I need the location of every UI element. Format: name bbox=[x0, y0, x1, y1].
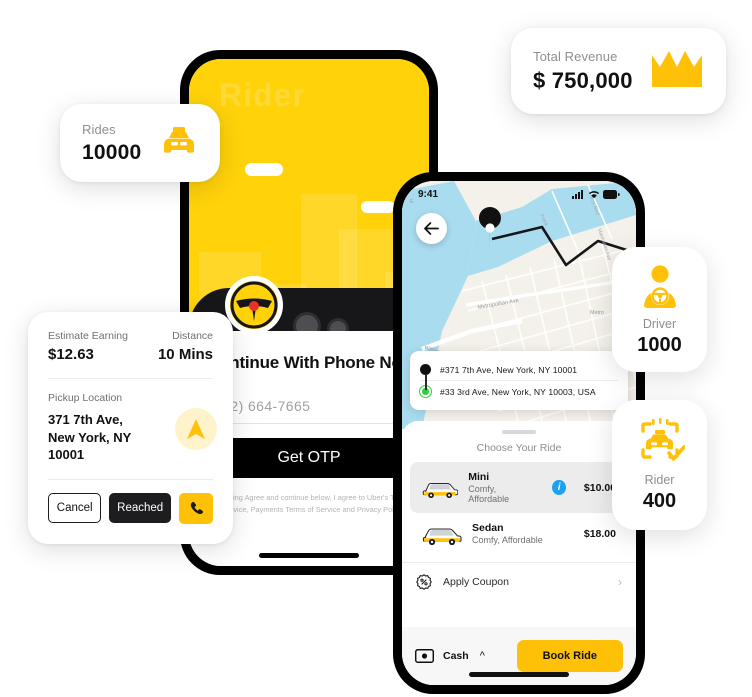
steering-wheel-icon bbox=[225, 276, 283, 334]
pickup-dot-icon bbox=[420, 364, 431, 375]
ride-name: Sedan bbox=[472, 522, 504, 534]
revenue-value: $ 750,000 bbox=[533, 67, 633, 93]
taxi-icon bbox=[160, 126, 198, 161]
reached-button[interactable]: Reached bbox=[109, 493, 171, 524]
svg-text:Metro: Metro bbox=[590, 310, 604, 316]
driver-icon bbox=[637, 263, 683, 314]
cloud-shape bbox=[245, 163, 283, 176]
distance-value: 10 Mins bbox=[157, 346, 213, 363]
rider-taxi-check-icon bbox=[635, 417, 686, 470]
pickup-address-row[interactable]: #371 7th Ave, New York, NY 10001 bbox=[420, 359, 618, 380]
rides-value: 10000 bbox=[82, 140, 142, 164]
back-button[interactable] bbox=[416, 213, 447, 244]
home-indicator bbox=[469, 672, 569, 677]
back-arrow-icon bbox=[424, 222, 439, 235]
cancel-button[interactable]: Cancel bbox=[48, 493, 102, 524]
revenue-stat-card: Total Revenue $ 750,000 bbox=[511, 28, 726, 114]
chevron-right-icon: › bbox=[618, 575, 622, 589]
rider-stat-card: Rider 400 bbox=[612, 400, 707, 530]
payment-label[interactable]: Cash bbox=[443, 650, 469, 662]
navigate-button[interactable] bbox=[175, 408, 217, 450]
driver-value: 1000 bbox=[637, 333, 682, 356]
info-icon[interactable]: i bbox=[552, 480, 566, 495]
battery-icon bbox=[603, 189, 620, 199]
wifi-icon bbox=[588, 190, 600, 198]
ride-name: Mini bbox=[468, 471, 490, 483]
ride-price: $18.00 bbox=[583, 527, 616, 540]
rider-label: Rider bbox=[644, 473, 675, 487]
ride-option-mini[interactable]: Mini Comfy, Affordable i $10.00 bbox=[410, 462, 628, 513]
status-time: 9:41 bbox=[418, 188, 439, 200]
divider bbox=[48, 378, 213, 379]
cash-icon bbox=[415, 649, 434, 663]
revenue-text: Total Revenue $ 750,000 bbox=[533, 49, 633, 94]
ride-desc: Comfy, Affordable bbox=[472, 535, 543, 545]
otp-title: Continue With Phone No. bbox=[207, 353, 407, 372]
distance-label: Distance bbox=[172, 330, 213, 342]
home-indicator bbox=[259, 553, 359, 558]
ride-option-text: Sedan Comfy, Affordable bbox=[472, 522, 543, 545]
apply-coupon-row[interactable]: Apply Coupon › bbox=[402, 562, 636, 601]
rides-stat-card: Rides 10000 bbox=[60, 104, 220, 182]
get-otp-button[interactable]: Get OTP bbox=[207, 438, 411, 478]
earning-block: Estimate Earning $12.63 bbox=[48, 330, 128, 363]
coupon-label: Apply Coupon bbox=[443, 576, 509, 588]
sedan-car-icon bbox=[422, 527, 462, 545]
crown-icon bbox=[650, 49, 704, 94]
estimate-earning-card: Estimate Earning $12.63 Distance 10 Mins… bbox=[28, 312, 233, 544]
driver-label: Driver bbox=[642, 316, 677, 331]
status-icons bbox=[572, 189, 620, 199]
driver-stat-card: Driver 1000 bbox=[612, 247, 707, 372]
revenue-label: Total Revenue bbox=[533, 48, 618, 64]
book-ride-button[interactable]: Book Ride bbox=[516, 640, 623, 672]
rider-value: 400 bbox=[642, 490, 677, 512]
phone-right-screen: Metropolitan Ave Williamsburg Bridge WIL… bbox=[402, 181, 636, 685]
signal-icon bbox=[572, 189, 583, 199]
phone-right-mockup: Metropolitan Ave Williamsburg Bridge WIL… bbox=[393, 172, 645, 694]
cloud-shape bbox=[361, 201, 395, 213]
pickup-address-text: #371 7th Ave, New York, NY 10001 bbox=[440, 364, 578, 375]
sheet-grabber[interactable] bbox=[502, 430, 536, 434]
rides-text: Rides 10000 bbox=[82, 122, 141, 165]
ride-option-text: Mini Comfy, Affordable bbox=[468, 471, 532, 504]
dropoff-address-text: #33 3rd Ave, New York, NY 10003, USA bbox=[440, 386, 596, 397]
divider bbox=[48, 478, 213, 480]
earning-actions: Cancel Reached bbox=[48, 492, 213, 524]
navigation-arrow-icon bbox=[187, 419, 205, 439]
address-connector bbox=[425, 375, 427, 390]
dropoff-address-row[interactable]: #33 3rd Ave, New York, NY 10003, USA bbox=[420, 380, 618, 402]
address-card[interactable]: #371 7th Ave, New York, NY 10001 #33 3rd… bbox=[410, 351, 628, 410]
ride-desc: Comfy, Affordable bbox=[468, 484, 510, 504]
call-button[interactable] bbox=[179, 492, 213, 524]
distance-block: Distance 10 Mins bbox=[158, 330, 213, 363]
coupon-icon bbox=[416, 574, 432, 590]
status-bar: 9:41 bbox=[402, 181, 636, 207]
earning-label: Estimate Earning bbox=[48, 330, 128, 342]
app-showcase-stage: Rider Continue With Phone No. (212) 664-… bbox=[0, 0, 752, 697]
ride-option-sedan[interactable]: Sedan Comfy, Affordable $18.00 bbox=[410, 513, 628, 554]
app-logo-ghost: Rider bbox=[219, 77, 306, 113]
rides-label: Rides bbox=[82, 121, 116, 137]
phone-number-input[interactable]: (212) 664-7665 bbox=[207, 391, 411, 424]
pickup-location-label: Pickup Location bbox=[48, 392, 123, 404]
earning-value: $12.63 bbox=[48, 346, 94, 363]
terms-text[interactable]: By clicking Agree and continue below, I … bbox=[207, 492, 411, 516]
ride-selection-sheet: Choose Your Ride Mini Comfy, Affordable bbox=[402, 421, 636, 685]
phone-icon bbox=[190, 501, 203, 514]
chevron-up-icon[interactable]: ^ bbox=[480, 650, 485, 662]
earning-summary: Estimate Earning $12.63 Distance 10 Mins bbox=[48, 330, 213, 363]
choose-ride-title: Choose Your Ride bbox=[476, 442, 562, 454]
mini-car-icon bbox=[422, 482, 459, 498]
